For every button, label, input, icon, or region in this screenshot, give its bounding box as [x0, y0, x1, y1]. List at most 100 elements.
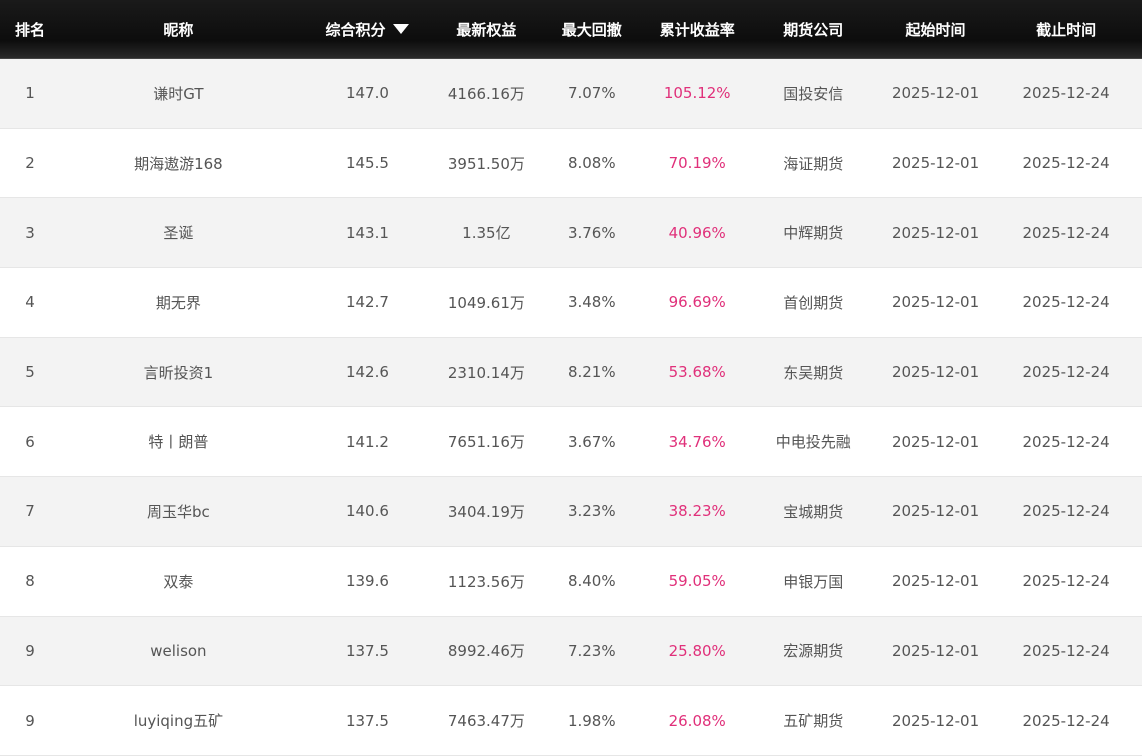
- cell-rank: 8: [25, 572, 35, 591]
- cell-drawdown: 8.40%: [567, 572, 616, 591]
- cell-start-time: 2025-12-01: [891, 711, 980, 730]
- cell-nickname: 特丨朗普: [148, 433, 209, 452]
- cell-broker: 中辉期货: [783, 224, 844, 243]
- cell-broker: 首创期货: [783, 293, 844, 312]
- table-header: 排名 昵称 综合积分 最新权益 最大回撤 累计收益率 期货公司 起始时间 截止时…: [0, 0, 1142, 59]
- cell-end-time: 2025-12-24: [1022, 641, 1110, 660]
- cell-start-time: 2025-12-01: [891, 293, 980, 312]
- cell-score: 143.1: [345, 223, 389, 242]
- cell-equity: 3404.19万: [447, 502, 525, 521]
- table-row[interactable]: 6 特丨朗普 141.2 7651.16万 3.67% 34.76% 中电投先融 2025-1…: [0, 407, 1142, 478]
- cell-start-time: 2025-12-01: [891, 223, 980, 242]
- cell-broker: 东吴期货: [783, 363, 844, 382]
- cell-end-time: 2025-12-24: [1022, 432, 1110, 451]
- cell-nickname: 言昕投资1: [143, 363, 214, 382]
- cell-nickname: 双泰: [163, 572, 194, 591]
- table-body: 1 谦时GT 147.0 4166.16万 7.07% 105.12% 国投安信 2025-1…: [0, 59, 1142, 756]
- cell-rank: 9: [25, 641, 35, 660]
- cell-end-time: 2025-12-24: [1022, 223, 1110, 242]
- header-start-time[interactable]: 起始时间: [881, 19, 990, 40]
- cell-nickname: 谦时GT: [153, 84, 204, 103]
- caret-down-icon[interactable]: [393, 24, 410, 34]
- cell-return: 105.12%: [663, 84, 731, 103]
- cell-drawdown: 1.98%: [567, 711, 616, 730]
- cell-rank: 7: [25, 502, 35, 521]
- cell-end-time: 2025-12-24: [1022, 572, 1110, 591]
- header-score-label: 综合积分: [325, 20, 386, 39]
- cell-rank: 4: [25, 293, 35, 312]
- cell-end-time: 2025-12-24: [1022, 363, 1110, 382]
- cell-score: 147.0: [345, 84, 389, 103]
- cell-score: 140.6: [345, 502, 389, 521]
- header-rank[interactable]: 排名: [0, 19, 60, 40]
- cell-drawdown: 7.07%: [567, 84, 616, 103]
- cell-score: 137.5: [345, 711, 389, 730]
- cell-equity: 4166.16万: [447, 84, 525, 103]
- header-equity[interactable]: 最新权益: [438, 19, 535, 40]
- cell-nickname: welison: [150, 641, 207, 660]
- cell-drawdown: 3.76%: [567, 223, 616, 242]
- cell-nickname: 周玉华bc: [147, 502, 210, 521]
- cell-broker: 海证期货: [783, 154, 844, 173]
- header-score[interactable]: 综合积分: [297, 19, 438, 40]
- cell-return: 26.08%: [668, 711, 726, 730]
- table-row[interactable]: 1 谦时GT 147.0 4166.16万 7.07% 105.12% 国投安信 2025-1…: [0, 59, 1142, 129]
- cell-equity: 8992.46万: [447, 642, 525, 661]
- cell-rank: 6: [25, 432, 35, 451]
- cell-broker: 宝城期货: [783, 502, 844, 521]
- cell-equity: 2310.14万: [447, 363, 525, 382]
- cell-drawdown: 8.21%: [567, 363, 616, 382]
- header-return[interactable]: 累计收益率: [649, 19, 746, 40]
- table-row[interactable]: 3 圣诞 143.1 1.35亿 3.76% 40.96% 中辉期货 2025-12-01 20…: [0, 198, 1142, 269]
- cell-return: 34.76%: [668, 432, 726, 451]
- cell-drawdown: 8.08%: [567, 154, 616, 173]
- table-row[interactable]: 5 言昕投资1 142.6 2310.14万 8.21% 53.68% 东吴期货 2025-1…: [0, 337, 1142, 408]
- cell-broker: 五矿期货: [783, 712, 844, 731]
- cell-nickname: 圣诞: [163, 224, 194, 243]
- cell-rank: 5: [25, 363, 35, 382]
- cell-return: 96.69%: [668, 293, 726, 312]
- cell-nickname: luyiqing五矿: [133, 712, 224, 731]
- header-end-time[interactable]: 截止时间: [990, 19, 1142, 40]
- cell-start-time: 2025-12-01: [891, 84, 980, 103]
- cell-start-time: 2025-12-01: [891, 502, 980, 521]
- cell-equity: 1049.61万: [447, 293, 525, 312]
- cell-score: 142.6: [345, 363, 389, 382]
- cell-start-time: 2025-12-01: [891, 432, 980, 451]
- cell-equity: 7463.47万: [447, 712, 525, 731]
- cell-equity: 1.35亿: [462, 224, 511, 243]
- header-nickname[interactable]: 昵称: [60, 19, 297, 40]
- table-row[interactable]: 4 期无界 142.7 1049.61万 3.48% 96.69% 首创期货 2025-12-…: [0, 268, 1142, 338]
- cell-return: 70.19%: [668, 154, 726, 173]
- cell-return: 25.80%: [668, 641, 726, 660]
- cell-drawdown: 3.23%: [567, 502, 616, 521]
- cell-score: 141.2: [345, 432, 389, 451]
- header-drawdown[interactable]: 最大回撤: [535, 19, 649, 40]
- cell-return: 59.05%: [668, 572, 726, 591]
- cell-drawdown: 3.67%: [567, 432, 616, 451]
- cell-equity: 1123.56万: [447, 572, 525, 591]
- cell-start-time: 2025-12-01: [891, 641, 980, 660]
- cell-drawdown: 7.23%: [567, 641, 616, 660]
- cell-score: 145.5: [345, 154, 389, 173]
- cell-equity: 7651.16万: [447, 433, 525, 452]
- cell-nickname: 期无界: [155, 293, 201, 312]
- header-broker[interactable]: 期货公司: [746, 19, 881, 40]
- cell-equity: 3951.50万: [447, 154, 525, 173]
- table-row[interactable]: 9 luyiqing五矿 137.5 7463.47万 1.98% 26.08% 五矿期货 2…: [0, 686, 1142, 756]
- cell-end-time: 2025-12-24: [1022, 84, 1110, 103]
- cell-end-time: 2025-12-24: [1022, 293, 1110, 312]
- cell-rank: 1: [25, 84, 35, 103]
- cell-broker: 宏源期货: [783, 642, 844, 661]
- cell-drawdown: 3.48%: [567, 293, 616, 312]
- cell-score: 139.6: [345, 572, 389, 591]
- cell-end-time: 2025-12-24: [1022, 154, 1110, 173]
- table-row[interactable]: 7 周玉华bc 140.6 3404.19万 3.23% 38.23% 宝城期货 2025-1…: [0, 477, 1142, 547]
- cell-start-time: 2025-12-01: [891, 363, 980, 382]
- table-row[interactable]: 8 双泰 139.6 1123.56万 8.40% 59.05% 申银万国 2025-12-0…: [0, 546, 1142, 617]
- cell-score: 142.7: [345, 293, 389, 312]
- cell-rank: 3: [25, 223, 35, 242]
- cell-broker: 中电投先融: [775, 433, 851, 452]
- table-row[interactable]: 9 welison 137.5 8992.46万 7.23% 25.80% 宏源期货 2025…: [0, 616, 1142, 687]
- table-row[interactable]: 2 期海遨游168 145.5 3951.50万 8.08% 70.19% 海证期货 2025…: [0, 128, 1142, 199]
